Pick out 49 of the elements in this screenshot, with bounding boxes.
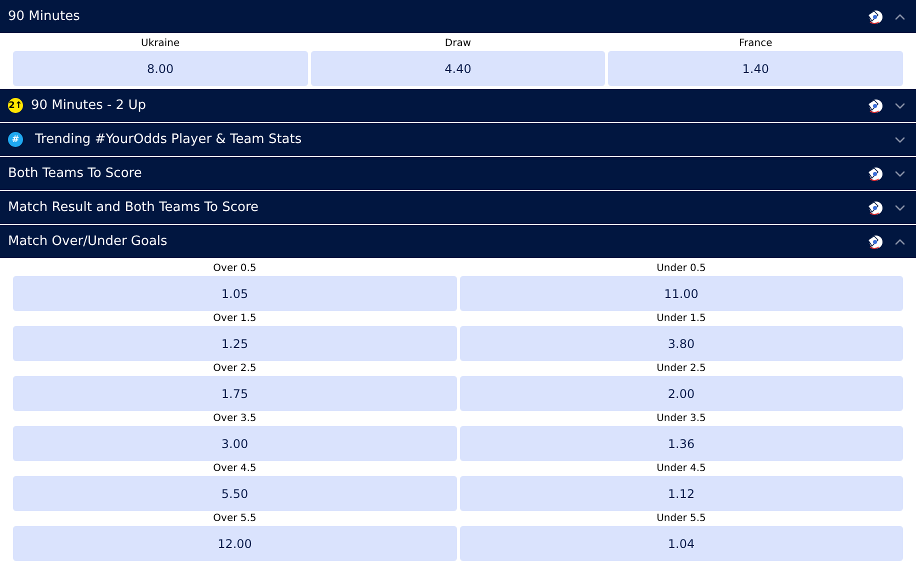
odds-button[interactable]: 1.75 [13, 376, 456, 411]
cash-out-icon[interactable] [866, 200, 884, 216]
odds-button[interactable]: 1.36 [460, 426, 903, 461]
odds-button[interactable]: 1.12 [460, 476, 903, 511]
market-header[interactable]: 2↑ 90 Minutes - 2 Up [0, 89, 916, 122]
market-title: 90 Minutes [8, 9, 81, 24]
odds-button[interactable]: 3.00 [13, 426, 456, 461]
odds-button[interactable]: 1.25 [13, 326, 456, 361]
market-title: Match Over/Under Goals [8, 234, 168, 249]
cash-out-icon[interactable] [866, 98, 884, 114]
market-title: Match Result and Both Teams To Score [8, 200, 260, 215]
market-title: Trending #YourOdds Player & Team Stats [34, 132, 303, 147]
odds-button[interactable]: 11.00 [460, 276, 903, 311]
two-up-badge: 2↑ [8, 98, 23, 113]
selection-label: Draw [444, 37, 472, 51]
selection-label: Under 1.5 [656, 312, 706, 326]
selection-label: Over 1.5 [213, 312, 256, 326]
odds-button[interactable]: 4.40 [310, 51, 606, 86]
market-title: 90 Minutes - 2 Up [31, 98, 147, 113]
hash-badge: # [8, 132, 23, 147]
selection-label: Ukraine [141, 37, 180, 51]
selection-label: Under 0.5 [656, 262, 706, 276]
odds-button[interactable]: 3.80 [460, 326, 903, 361]
market-header[interactable]: 90 Minutes [0, 0, 916, 33]
odds-button[interactable]: 12.00 [13, 526, 456, 561]
selection-label: Under 5.5 [656, 512, 706, 526]
market-header[interactable]: Match Over/Under Goals [0, 225, 916, 258]
cash-out-icon[interactable] [866, 8, 884, 24]
odds-button[interactable]: 1.04 [460, 526, 903, 561]
selection-label: Under 4.5 [656, 462, 706, 476]
market-header[interactable]: Match Result and Both Teams To Score [0, 191, 916, 224]
odds-button[interactable]: 1.05 [13, 276, 456, 311]
odds-button[interactable]: 5.50 [13, 476, 456, 511]
odds-button[interactable]: 1.40 [608, 51, 903, 86]
market-header[interactable]: # Trending #YourOdds Player & Team Stats [0, 123, 916, 156]
cash-out-icon[interactable] [866, 166, 884, 182]
selection-label: France [739, 37, 772, 51]
odds-button[interactable]: 8.00 [13, 51, 308, 86]
selection-label: Over 5.5 [213, 512, 256, 526]
selection-label: Over 4.5 [213, 462, 256, 476]
cash-out-icon[interactable] [866, 234, 884, 250]
selection-label: Under 3.5 [656, 412, 706, 426]
selection-label: Over 2.5 [213, 362, 256, 376]
market-title: Both Teams To Score [8, 166, 143, 181]
selection-label: Under 2.5 [656, 362, 706, 376]
odds-button[interactable]: 2.00 [460, 376, 903, 411]
selection-label: Over 3.5 [213, 412, 256, 426]
market-header[interactable]: Both Teams To Score [0, 157, 916, 190]
selection-label: Over 0.5 [213, 262, 256, 276]
